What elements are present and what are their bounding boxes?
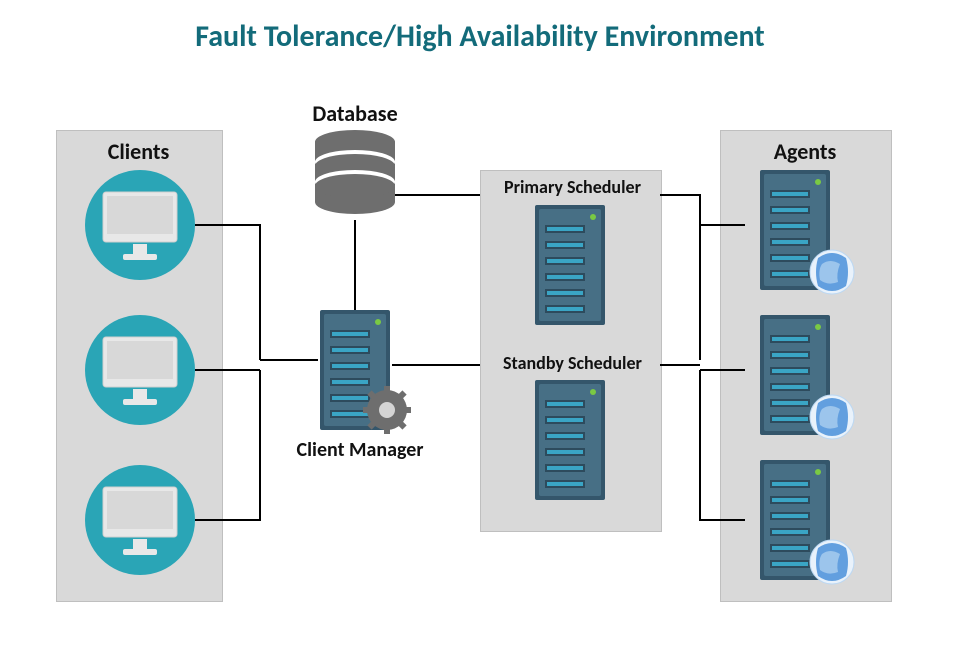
agent-globe-icon-2 — [810, 395, 854, 439]
client-icon-2 — [85, 315, 195, 425]
standby-scheduler-icon — [535, 380, 605, 500]
connectors — [195, 195, 745, 520]
agent-globe-icon-3 — [810, 540, 854, 584]
agent-globe-icon-1 — [810, 250, 854, 294]
client-icon-1 — [85, 170, 195, 280]
primary-scheduler-icon — [535, 205, 605, 325]
database-icon — [315, 130, 395, 214]
client-manager-gear-icon — [363, 386, 411, 434]
client-icon-3 — [85, 465, 195, 575]
